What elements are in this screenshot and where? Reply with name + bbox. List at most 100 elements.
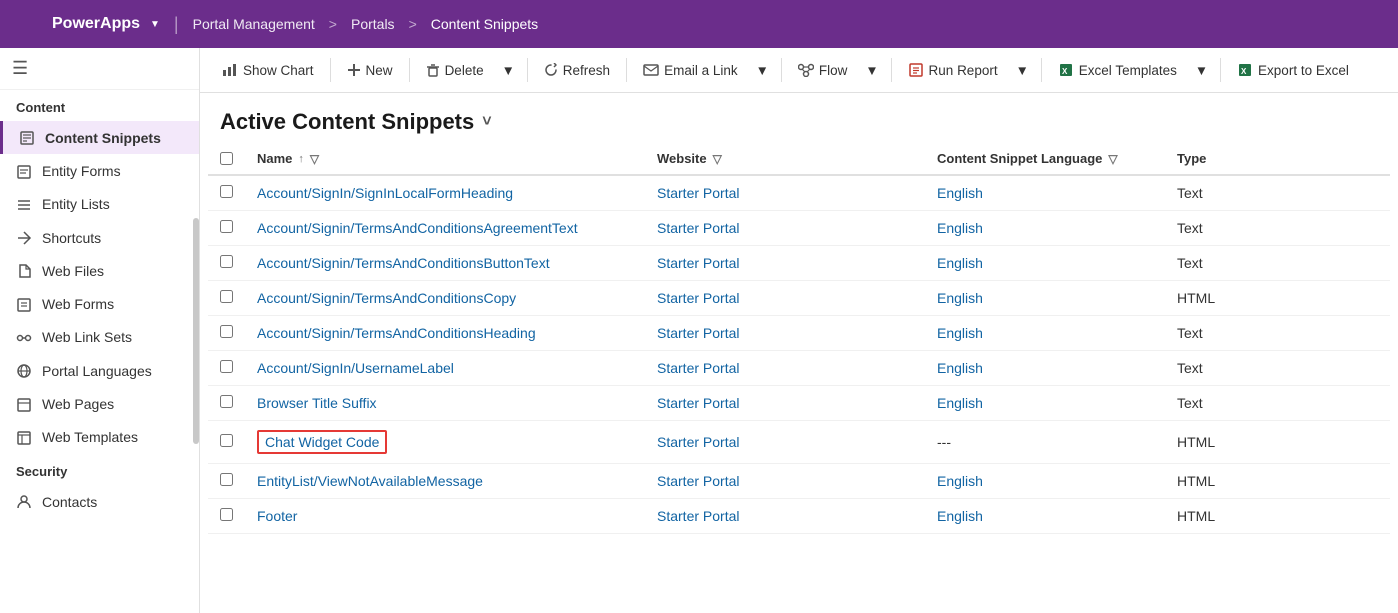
flow-button[interactable]: Flow bbox=[788, 57, 858, 84]
row-checkbox[interactable] bbox=[220, 185, 233, 198]
content-snippet-link[interactable]: Chat Widget Code bbox=[265, 434, 379, 450]
content-snippet-link[interactable]: Account/Signin/TermsAndConditionsAgreeme… bbox=[257, 220, 578, 236]
sidebar-toggle[interactable]: ☰ bbox=[0, 48, 199, 90]
name-filter-icon[interactable]: ▽ bbox=[310, 152, 319, 166]
content-snippet-link[interactable]: Account/Signin/TermsAndConditionsHeading bbox=[257, 325, 536, 341]
language-value: English bbox=[937, 473, 983, 489]
row-name-cell: Account/SignIn/UsernameLabel bbox=[245, 351, 645, 386]
table-row: Account/Signin/TermsAndConditionsHeading… bbox=[208, 316, 1390, 351]
content-snippet-link[interactable]: Account/SignIn/SignInLocalFormHeading bbox=[257, 185, 513, 201]
new-button[interactable]: New bbox=[337, 57, 403, 84]
row-type-cell: Text bbox=[1165, 351, 1390, 386]
website-column-header: Website ▽ bbox=[645, 143, 925, 175]
sidebar-item-web-templates[interactable]: Web Templates bbox=[0, 421, 199, 454]
portals-link[interactable]: Portals bbox=[351, 16, 395, 32]
row-checkbox[interactable] bbox=[220, 325, 233, 338]
content-snippet-link[interactable]: Footer bbox=[257, 508, 297, 524]
form-icon bbox=[16, 162, 32, 179]
row-checkbox[interactable] bbox=[220, 508, 233, 521]
checkbox-header[interactable] bbox=[208, 143, 245, 175]
website-value: Starter Portal bbox=[657, 395, 739, 411]
refresh-button[interactable]: Refresh bbox=[534, 57, 620, 84]
table-row: Account/Signin/TermsAndConditionsButtonT… bbox=[208, 246, 1390, 281]
row-type-cell: Text bbox=[1165, 246, 1390, 281]
row-checkbox[interactable] bbox=[220, 290, 233, 303]
sidebar-item-content-snippets[interactable]: Content Snippets bbox=[0, 121, 199, 154]
row-name-cell: EntityList/ViewNotAvailableMessage bbox=[245, 464, 645, 499]
sidebar-section-title: Security bbox=[0, 454, 199, 485]
email-dropdown-button[interactable]: ▼ bbox=[750, 57, 775, 84]
chart-icon bbox=[222, 62, 238, 78]
row-checkbox-cell bbox=[208, 316, 245, 351]
portal-management-link[interactable]: Portal Management bbox=[193, 16, 315, 32]
sidebar-item-web-pages[interactable]: Web Pages bbox=[0, 387, 199, 420]
row-website-cell: Starter Portal bbox=[645, 464, 925, 499]
website-value: Starter Portal bbox=[657, 360, 739, 376]
page-title-chevron-icon[interactable]: ˅ bbox=[482, 113, 491, 131]
language-value: --- bbox=[937, 434, 951, 450]
type-value: HTML bbox=[1177, 434, 1215, 450]
template-icon bbox=[16, 429, 32, 446]
sidebar-item-entity-forms[interactable]: Entity Forms bbox=[0, 154, 199, 187]
excel-templates-button[interactable]: X Excel Templates bbox=[1048, 57, 1187, 84]
app-name[interactable]: PowerApps bbox=[52, 15, 140, 33]
row-checkbox[interactable] bbox=[220, 473, 233, 486]
row-checkbox[interactable] bbox=[220, 395, 233, 408]
content-snippet-link[interactable]: Account/Signin/TermsAndConditionsCopy bbox=[257, 290, 516, 306]
row-checkbox[interactable] bbox=[220, 255, 233, 268]
row-language-cell: --- bbox=[925, 421, 1165, 464]
sidebar-item-shortcuts[interactable]: Shortcuts bbox=[0, 221, 199, 254]
show-chart-button[interactable]: Show Chart bbox=[212, 56, 324, 84]
table-row: Account/SignIn/SignInLocalFormHeadingSta… bbox=[208, 175, 1390, 211]
email-link-button[interactable]: Email a Link bbox=[633, 57, 748, 84]
sidebar-scrollbar[interactable] bbox=[193, 218, 199, 444]
app-chevron-icon[interactable]: ▼ bbox=[150, 19, 160, 30]
row-checkbox-cell bbox=[208, 175, 245, 211]
language-value: English bbox=[937, 185, 983, 201]
content-snippet-link[interactable]: Account/SignIn/UsernameLabel bbox=[257, 360, 454, 376]
table-row: Chat Widget Code Starter Portal --- HTML bbox=[208, 421, 1390, 464]
sidebar-item-entity-lists[interactable]: Entity Lists bbox=[0, 188, 199, 221]
sidebar-item-web-forms[interactable]: Web Forms bbox=[0, 287, 199, 320]
row-website-cell: Starter Portal bbox=[645, 499, 925, 534]
sidebar-item-contacts[interactable]: Contacts bbox=[0, 485, 199, 518]
report-dropdown-button[interactable]: ▼ bbox=[1010, 57, 1035, 84]
delete-dropdown-button[interactable]: ▼ bbox=[496, 57, 521, 84]
row-name-cell: Account/Signin/TermsAndConditionsCopy bbox=[245, 281, 645, 316]
row-checkbox[interactable] bbox=[220, 220, 233, 233]
sidebar-item-web-files[interactable]: Web Files bbox=[0, 254, 199, 287]
delete-button[interactable]: Delete bbox=[416, 57, 494, 84]
table-row: Browser Title SuffixStarter PortalEnglis… bbox=[208, 386, 1390, 421]
row-checkbox[interactable] bbox=[220, 434, 233, 447]
content-snippet-link[interactable]: Browser Title Suffix bbox=[257, 395, 377, 411]
run-report-button[interactable]: Run Report bbox=[898, 57, 1008, 84]
content-snippet-link[interactable]: Account/Signin/TermsAndConditionsButtonT… bbox=[257, 255, 550, 271]
excel-templates-dropdown-button[interactable]: ▼ bbox=[1189, 57, 1214, 84]
flow-dropdown-button[interactable]: ▼ bbox=[859, 57, 884, 84]
export-excel-button[interactable]: X Export to Excel bbox=[1227, 57, 1359, 84]
row-website-cell: Starter Portal bbox=[645, 351, 925, 386]
table-header-row: Name ↑ ▽ Website ▽ bbox=[208, 143, 1390, 175]
breadcrumb-arrow-1: > bbox=[329, 16, 337, 32]
breadcrumb-arrow-2: > bbox=[409, 16, 417, 32]
select-all-checkbox[interactable] bbox=[220, 152, 233, 165]
sidebar-item-portal-languages[interactable]: Portal Languages bbox=[0, 354, 199, 387]
website-value: Starter Portal bbox=[657, 434, 739, 450]
sidebar-label: Web Files bbox=[42, 263, 104, 279]
table-row: FooterStarter PortalEnglishHTML bbox=[208, 499, 1390, 534]
sidebar-item-web-link-sets[interactable]: Web Link Sets bbox=[0, 321, 199, 354]
table-row: EntityList/ViewNotAvailableMessage Starte… bbox=[208, 464, 1390, 499]
row-checkbox[interactable] bbox=[220, 360, 233, 373]
table-row: Account/Signin/TermsAndConditionsAgreeme… bbox=[208, 211, 1390, 246]
row-name-cell: Browser Title Suffix bbox=[245, 386, 645, 421]
language-filter-icon[interactable]: ▽ bbox=[1108, 152, 1117, 166]
toolbar: Show Chart New Delete ▼ bbox=[200, 48, 1398, 93]
type-value: Text bbox=[1177, 395, 1203, 411]
row-language-cell: English bbox=[925, 351, 1165, 386]
row-checkbox-cell bbox=[208, 246, 245, 281]
website-filter-icon[interactable]: ▽ bbox=[713, 152, 722, 166]
name-sort-icon[interactable]: ↑ bbox=[298, 153, 304, 165]
waffle-menu-icon[interactable] bbox=[12, 10, 40, 38]
type-value: Text bbox=[1177, 255, 1203, 271]
content-snippet-link[interactable]: EntityList/ViewNotAvailableMessage bbox=[257, 473, 483, 489]
